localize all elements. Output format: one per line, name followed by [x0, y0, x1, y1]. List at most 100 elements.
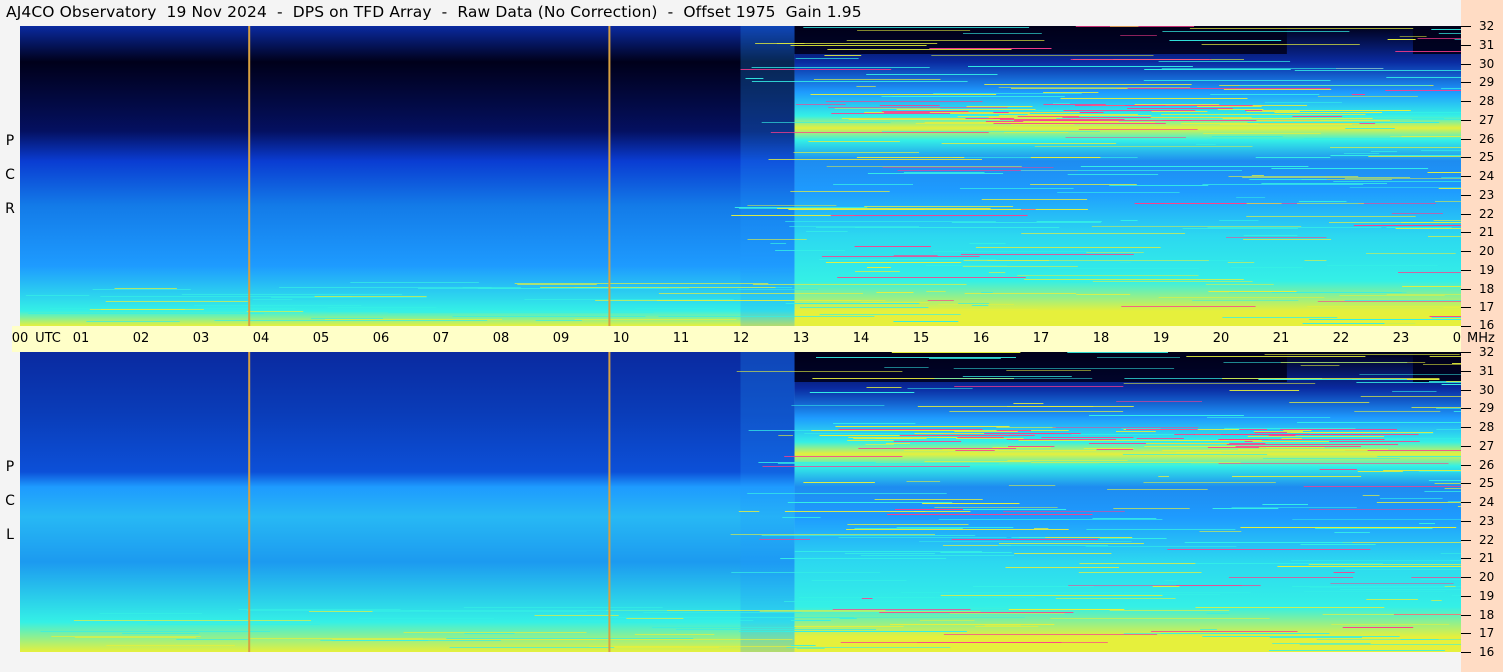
rfi-streak	[856, 86, 876, 87]
low-freq-streak	[574, 319, 737, 320]
rfi-streak	[1262, 504, 1308, 505]
rfi-streak	[755, 43, 938, 44]
rfi-streak	[984, 606, 1030, 607]
rfi-streak	[1277, 566, 1461, 567]
rfi-streak	[1330, 155, 1461, 156]
rfi-streak	[900, 592, 1123, 593]
rfi-streak	[1315, 528, 1433, 529]
low-freq-streak	[311, 318, 383, 319]
rfi-streak	[1229, 292, 1407, 293]
rfi-streak	[1211, 136, 1283, 137]
rfi-streak	[1178, 563, 1383, 564]
low-freq-streak	[626, 618, 684, 619]
rfi-streak	[892, 96, 982, 97]
low-freq-streak	[326, 311, 477, 312]
rfi-streak	[1327, 265, 1438, 266]
rfi-streak	[1161, 68, 1384, 69]
rfi-streak	[984, 625, 1021, 626]
rfi-streak	[1195, 607, 1385, 608]
rfi-streak	[734, 207, 868, 208]
rfi-streak	[1144, 69, 1291, 70]
rfi-streak	[1227, 262, 1255, 263]
rfi-streak	[919, 541, 1132, 542]
rfi-streak	[1264, 354, 1460, 355]
rfi-streak	[835, 426, 1010, 427]
utc-label: UTC	[35, 331, 61, 346]
rfi-streak	[1184, 542, 1343, 543]
freq-tick-mark	[1461, 352, 1471, 353]
band-27mhz-streak	[993, 123, 1166, 124]
low-freq-streak	[582, 622, 697, 623]
rfi-streak	[884, 367, 929, 368]
rfi-streak	[819, 314, 961, 315]
rfi-streak	[1030, 184, 1137, 185]
freq-tick-label: 21	[1479, 225, 1495, 239]
rfi-streak	[786, 647, 951, 648]
time-tick-21: 21	[1272, 331, 1290, 346]
rfi-streak	[1034, 146, 1253, 147]
band-27mhz-streak	[1181, 123, 1259, 124]
rfi-streak	[1203, 133, 1321, 134]
rfi-streak	[1309, 319, 1461, 320]
rfi-streak	[951, 539, 1098, 540]
rfi-streak	[896, 527, 1014, 528]
band-27mhz-streak	[896, 109, 1036, 110]
rfi-streak	[800, 307, 929, 308]
rcp-spectrogram	[20, 26, 1461, 326]
rfi-streak	[876, 292, 914, 293]
rfi-streak	[1309, 509, 1442, 510]
lcp-spectrogram	[20, 352, 1461, 652]
freq-tick-label: 29	[1479, 75, 1495, 89]
rfi-streak	[971, 305, 989, 306]
rfi-streak	[1398, 272, 1461, 273]
rfi-streak	[787, 502, 953, 503]
freq-tick-label: 25	[1479, 476, 1495, 490]
rfi-streak	[1014, 553, 1112, 554]
rfi-streak	[1449, 560, 1461, 561]
rfi-streak	[1127, 635, 1142, 636]
band-27mhz-streak	[1219, 439, 1269, 440]
rfi-streak	[906, 481, 941, 482]
rfi-streak	[768, 159, 982, 160]
band-27mhz-streak	[992, 447, 1051, 448]
rfi-streak	[1440, 553, 1461, 554]
band-27mhz-streak	[1258, 447, 1325, 448]
rfi-streak	[1421, 150, 1461, 151]
freq-tick-mark	[1461, 157, 1471, 158]
band-27mhz-streak	[1256, 120, 1391, 121]
rfi-streak	[806, 231, 848, 232]
rfi-streak	[1386, 77, 1461, 78]
rfi-streak	[1251, 175, 1264, 176]
rfi-streak	[949, 411, 1124, 412]
band-27mhz-streak	[1027, 114, 1138, 115]
rfi-streak	[962, 266, 1078, 267]
rfi-streak	[882, 167, 1054, 168]
rfi-streak	[1429, 356, 1461, 357]
rfi-streak	[807, 280, 958, 281]
rcp-spectrogram-svg	[20, 26, 1461, 326]
low-freq-streak	[327, 307, 437, 308]
rfi-streak	[790, 45, 927, 46]
rfi-streak	[1385, 90, 1461, 91]
rfi-streak	[1368, 156, 1461, 157]
rfi-streak	[1249, 179, 1327, 180]
rfi-streak	[813, 79, 941, 80]
rfi-streak	[788, 209, 924, 210]
rfi-streak	[1072, 643, 1111, 644]
band-27mhz-streak	[831, 113, 968, 114]
rfi-streak	[821, 256, 980, 257]
rfi-streak	[932, 251, 1089, 252]
night-region	[20, 352, 795, 652]
rfi-streak	[1152, 586, 1180, 587]
rfi-streak	[1304, 260, 1327, 261]
rfi-streak	[1297, 203, 1364, 204]
rfi-streak	[927, 300, 954, 301]
low-freq-streak	[409, 610, 667, 611]
rfi-streak	[1057, 192, 1180, 193]
freq-tick-label: 28	[1479, 94, 1495, 108]
rfi-streak	[1240, 527, 1457, 528]
rfi-streak	[1300, 365, 1340, 366]
rfi-streak	[816, 227, 860, 228]
rfi-streak	[1343, 153, 1380, 154]
rfi-streak	[1308, 564, 1461, 565]
